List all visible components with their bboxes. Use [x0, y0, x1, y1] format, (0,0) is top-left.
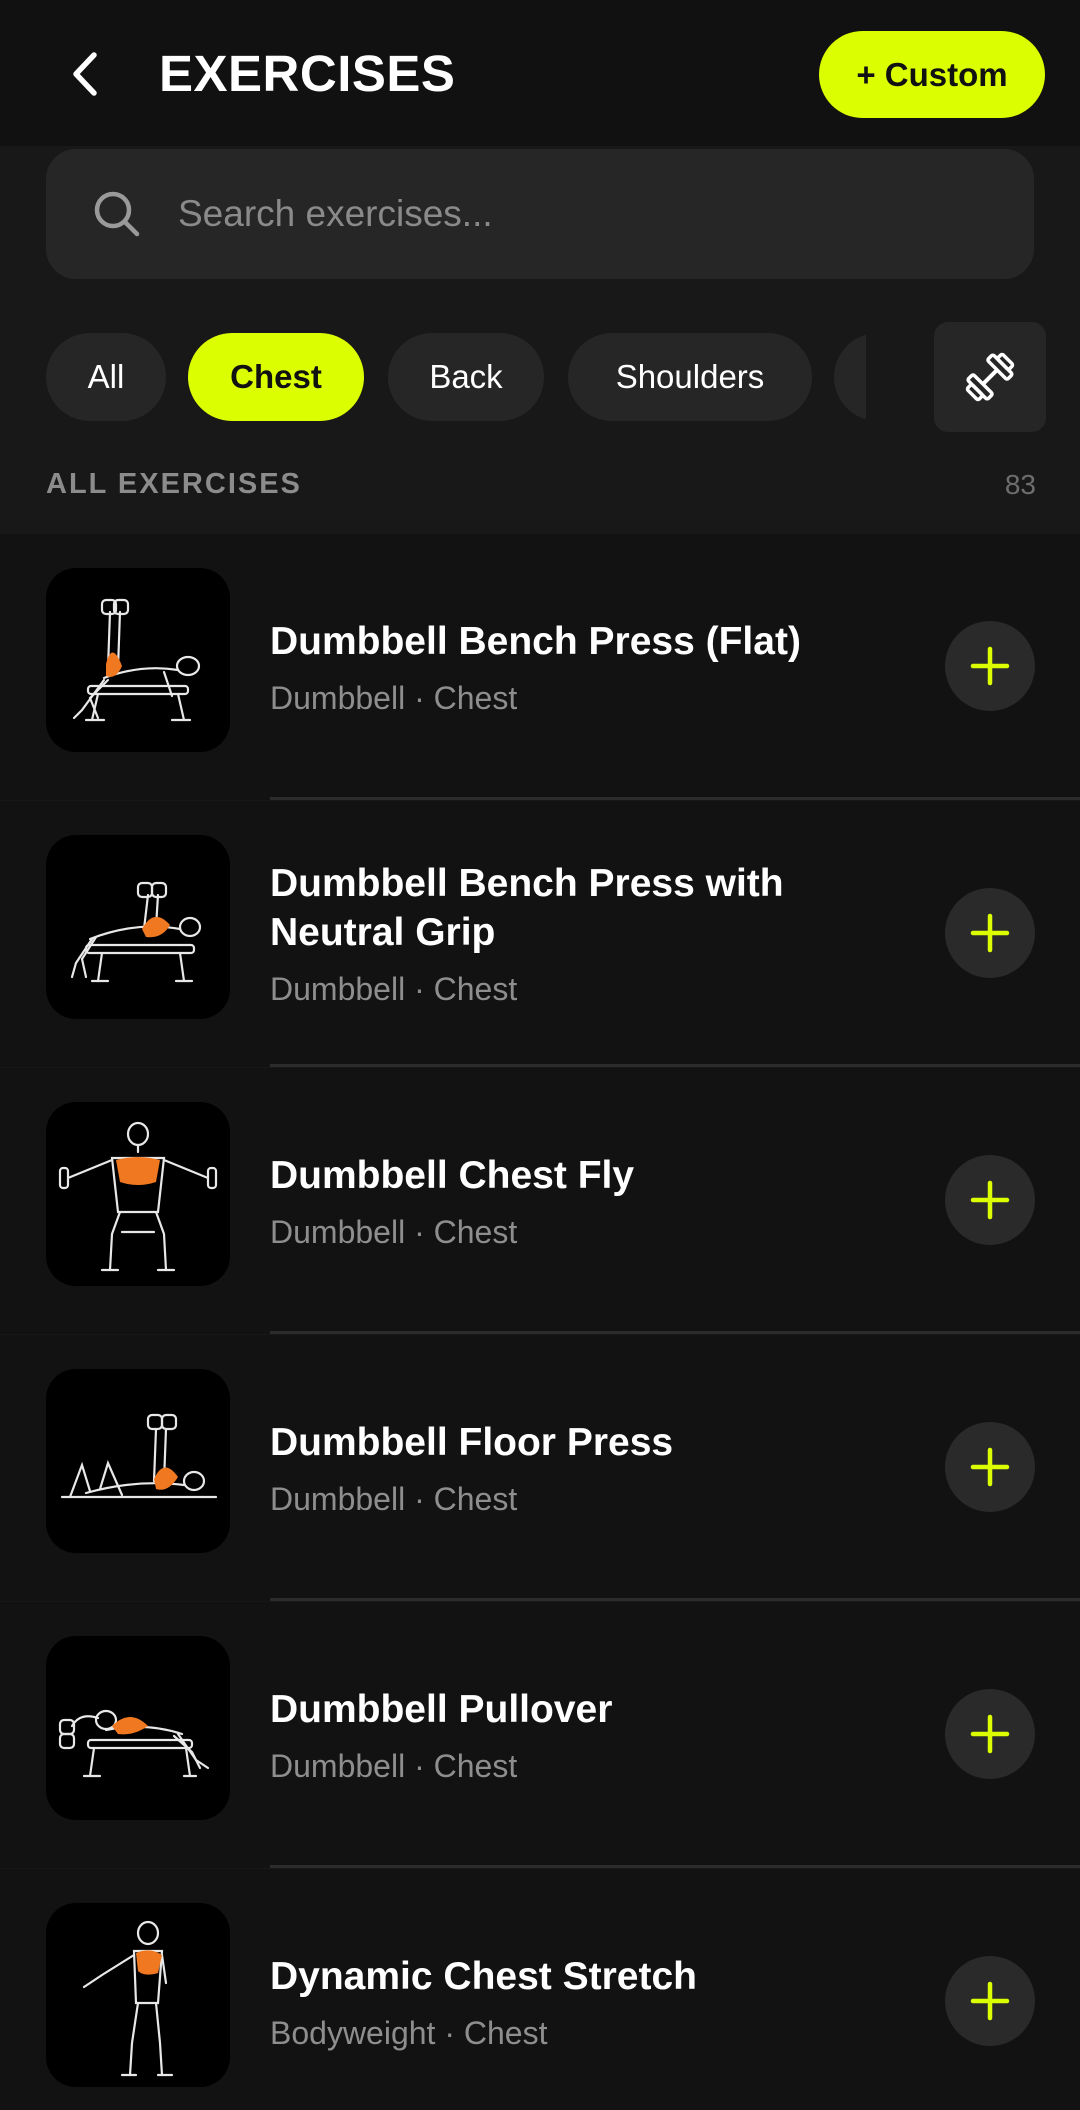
plus-icon	[970, 646, 1010, 686]
section-title: ALL EXERCISES	[46, 468, 302, 500]
add-custom-exercise-button[interactable]: + Custom	[819, 31, 1045, 118]
bench-press-illustration-icon	[72, 598, 201, 722]
add-exercise-button[interactable]	[945, 888, 1035, 978]
exercise-info: Dynamic Chest Stretch Bodyweight · Chest	[270, 1869, 910, 2110]
exercise-meta: Dumbbell · Chest	[270, 1480, 518, 1517]
page-title: EXERCISES	[159, 45, 456, 102]
row-divider	[270, 1598, 1080, 1601]
top-bar: EXERCISES + Custom	[0, 0, 1080, 146]
exercise-thumbnail	[46, 1102, 230, 1286]
filter-chip-shoulders[interactable]: Shoulders	[568, 333, 812, 421]
exercise-name: Dynamic Chest Stretch	[270, 1954, 697, 1998]
row-divider	[270, 797, 1080, 800]
add-exercise-button[interactable]	[945, 1422, 1035, 1512]
row-divider	[270, 1865, 1080, 1868]
exercise-info: Dumbbell Pullover Dumbbell · Chest	[270, 1602, 910, 1868]
add-exercise-button[interactable]	[945, 1956, 1035, 2046]
exercise-info: Dumbbell Bench Press (Flat) Dumbbell · C…	[270, 534, 910, 800]
search-input[interactable]	[178, 179, 978, 249]
back-button[interactable]	[60, 44, 110, 104]
exercise-info: Dumbbell Bench Press with Neutral Grip D…	[270, 801, 910, 1067]
chips-edge	[866, 320, 916, 440]
exercise-name: Dumbbell Pullover	[270, 1687, 613, 1731]
exercise-thumbnail	[46, 835, 230, 1019]
exercise-name: Dumbbell Chest Fly	[270, 1153, 635, 1197]
exercise-row[interactable]: Dumbbell Bench Press with Neutral Grip D…	[0, 801, 1080, 1067]
plus-icon	[970, 1981, 1010, 2021]
chest-fly-illustration-icon	[58, 1121, 218, 1272]
exercise-row[interactable]: Dumbbell Pullover Dumbbell · Chest	[0, 1602, 1080, 1868]
row-divider	[270, 1064, 1080, 1067]
search-icon	[94, 191, 140, 237]
filter-chip-back[interactable]: Back	[388, 333, 544, 421]
plus-icon	[970, 1714, 1010, 1754]
filter-chip-all[interactable]: All	[46, 333, 166, 421]
row-divider	[270, 1331, 1080, 1334]
exercise-thumbnail	[46, 1636, 230, 1820]
plus-icon	[970, 1180, 1010, 1220]
exercise-meta: Dumbbell · Chest	[270, 679, 518, 716]
pullover-illustration-icon	[58, 1709, 210, 1778]
exercise-thumbnail	[46, 1369, 230, 1553]
exercise-thumbnail	[46, 1903, 230, 2087]
exercise-name: Dumbbell Floor Press	[270, 1420, 674, 1464]
exercise-row[interactable]: Dumbbell Bench Press (Flat) Dumbbell · C…	[0, 534, 1080, 800]
search-bar[interactable]	[46, 149, 1034, 279]
add-exercise-button[interactable]	[945, 1155, 1035, 1245]
exercise-row[interactable]: Dynamic Chest Stretch Bodyweight · Chest	[0, 1869, 1080, 2110]
add-exercise-button[interactable]	[945, 1689, 1035, 1779]
neutral-grip-press-illustration-icon	[70, 881, 202, 983]
floor-press-illustration-icon	[60, 1413, 218, 1499]
exercise-meta: Dumbbell · Chest	[270, 971, 518, 1007]
exercise-meta: Dumbbell · Chest	[270, 1747, 518, 1784]
exercise-name: Dumbbell Bench Press (Flat)	[270, 619, 801, 663]
chevron-left-icon	[73, 52, 97, 96]
equipment-filter-button[interactable]	[934, 322, 1046, 432]
exercise-info: Dumbbell Chest Fly Dumbbell · Chest	[270, 1068, 910, 1334]
filter-chip-chest[interactable]: Chest	[188, 333, 364, 421]
exercise-meta: Dumbbell · Chest	[270, 1213, 518, 1250]
exercise-row[interactable]: Dumbbell Chest Fly Dumbbell · Chest	[0, 1068, 1080, 1334]
exercise-count: 83	[1004, 469, 1036, 500]
dumbbell-icon	[965, 352, 1015, 402]
exercise-meta: Bodyweight · Chest	[270, 2014, 548, 2051]
muscle-filter-bar: All Chest Back Shoulders Biceps	[46, 333, 912, 421]
exercise-thumbnail	[46, 568, 230, 752]
add-exercise-button[interactable]	[945, 621, 1035, 711]
exercise-name: Dumbbell Bench Press with Neutral Grip	[270, 862, 784, 954]
exercise-info: Dumbbell Floor Press Dumbbell · Chest	[270, 1335, 910, 1601]
chest-stretch-illustration-icon	[82, 1920, 174, 2077]
plus-icon	[970, 1447, 1010, 1487]
plus-icon	[970, 913, 1010, 953]
exercise-row[interactable]: Dumbbell Floor Press Dumbbell · Chest	[0, 1335, 1080, 1601]
